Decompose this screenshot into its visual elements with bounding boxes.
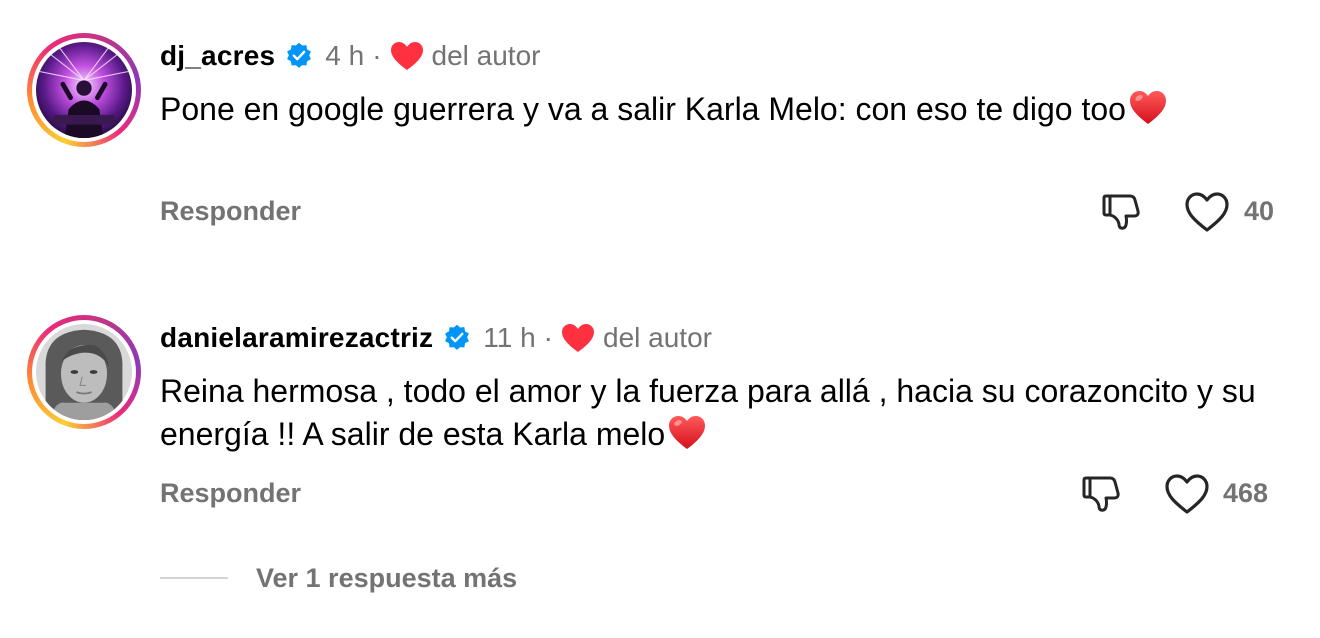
verified-badge-icon [445, 324, 470, 350]
comment-text: Reina hermosa , todo el amor y la fuerza… [160, 370, 1280, 456]
like-count: 468 [1223, 478, 1269, 508]
story-ring[interactable] [27, 315, 141, 429]
comment-text-content: Pone en google guerrera y va a salir Kar… [160, 91, 1126, 127]
avatar[interactable] [36, 42, 132, 138]
heart-outline-icon[interactable] [1183, 190, 1231, 234]
divider-line [160, 577, 228, 579]
comment-item: danielaramirezactriz 11 h · del autor Re… [0, 282, 1320, 542]
separator-dot: · [543, 322, 553, 353]
view-more-replies-label[interactable]: Ver 1 respuesta más [256, 563, 517, 594]
reply-button[interactable]: Responder [160, 196, 301, 227]
author-like-label: del autor [431, 40, 541, 71]
thumbs-down-icon[interactable] [1080, 472, 1124, 516]
comment-header: danielaramirezactriz 11 h · del autor [160, 318, 712, 358]
comment-item: dj_acres 4 h · del autor Pone en google … [0, 0, 1320, 282]
red-heart-icon [562, 324, 594, 352]
view-more-replies[interactable]: Ver 1 respuesta más [160, 560, 517, 596]
comment-time: 11 h [483, 322, 536, 353]
red-heart-emoji [1129, 91, 1166, 124]
red-heart-emoji [669, 416, 706, 449]
avatar[interactable] [36, 324, 132, 420]
comment-text-content: Reina hermosa , todo el amor y la fuerza… [160, 373, 1256, 452]
comment-time: 4 h [325, 40, 365, 71]
heart-outline-icon[interactable] [1163, 472, 1211, 516]
red-heart-icon [390, 42, 423, 70]
story-ring[interactable] [27, 33, 141, 147]
username[interactable]: danielaramirezactriz [160, 322, 433, 354]
like-count: 40 [1244, 196, 1275, 226]
separator-dot: · [372, 40, 382, 71]
username[interactable]: dj_acres [160, 40, 275, 72]
thumbs-down-icon[interactable] [1100, 190, 1144, 234]
reply-button[interactable]: Responder [160, 478, 301, 509]
comment-text: Pone en google guerrera y va a salir Kar… [160, 88, 1280, 131]
comment-header: dj_acres 4 h · del autor [160, 36, 540, 76]
author-like-label: del autor [603, 322, 712, 353]
verified-badge-icon [287, 42, 312, 68]
